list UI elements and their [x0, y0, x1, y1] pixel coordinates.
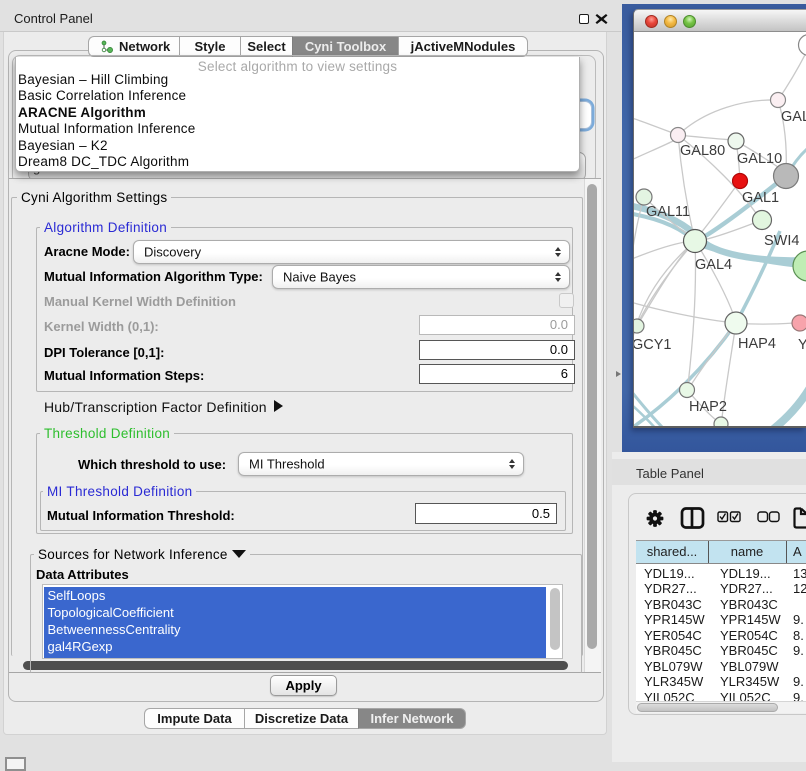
svg-text:GAL1: GAL1	[742, 190, 779, 206]
svg-text:GAL7: GAL7	[781, 109, 806, 125]
svg-text:SWI4: SWI4	[764, 233, 799, 249]
svg-text:GAL80: GAL80	[680, 143, 725, 159]
svg-text:GAL4: GAL4	[695, 257, 732, 273]
svg-text:HAP4: HAP4	[738, 336, 776, 352]
svg-text:GCY1: GCY1	[634, 337, 672, 353]
svg-text:HAP2: HAP2	[689, 399, 727, 415]
svg-text:Y: Y	[798, 337, 806, 353]
svg-text:GAL11: GAL11	[646, 204, 690, 220]
svg-text:GAL10: GAL10	[737, 151, 782, 167]
